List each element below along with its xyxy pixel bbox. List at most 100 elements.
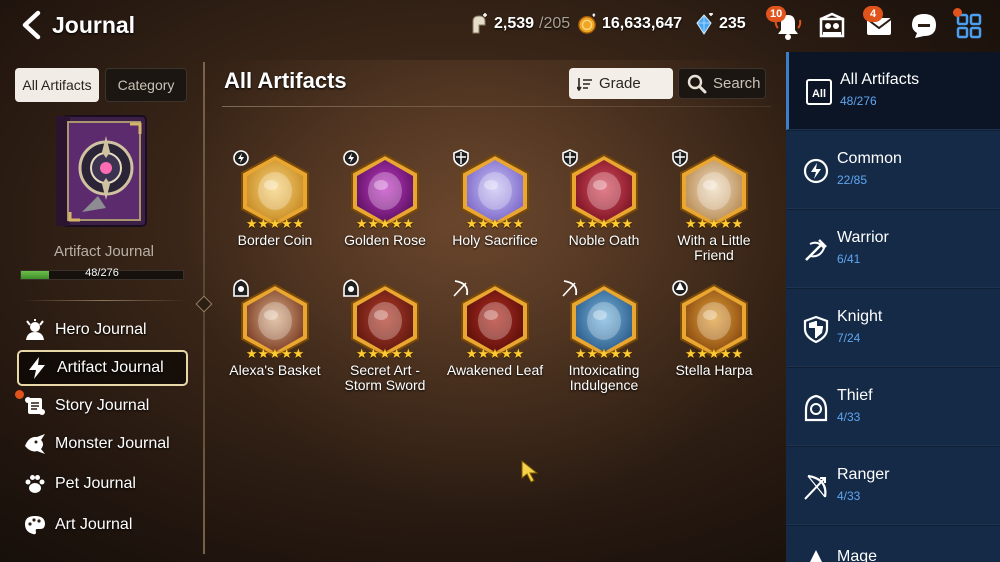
thief-icon <box>233 279 249 297</box>
gold-value: 16,633,647 <box>602 15 683 32</box>
gold-counter[interactable]: 16,633,647 <box>577 13 682 35</box>
star-icon: ★ <box>598 216 610 231</box>
friends-button[interactable] <box>814 8 850 44</box>
artifact-card[interactable]: ★ ★ ★ ★ ★ Holy Sacrifice <box>440 145 550 275</box>
nav-story-journal[interactable]: Story Journal <box>15 388 188 424</box>
tab-all-artifacts[interactable]: All Artifacts <box>15 68 99 102</box>
book-title: Artifact Journal <box>53 243 155 260</box>
notification-button[interactable]: 10 <box>766 6 806 44</box>
knight-icon <box>453 149 469 167</box>
star-rating: ★ ★ ★ ★ ★ <box>440 347 550 360</box>
back-button[interactable] <box>14 8 48 42</box>
artifact-name: Intoxicating Indulgence <box>568 362 640 393</box>
category-count: 4/33 <box>837 489 861 503</box>
nav-monster-journal[interactable]: Monster Journal <box>17 426 188 462</box>
star-icon: ★ <box>731 216 744 231</box>
star-icon: ★ <box>465 216 478 231</box>
category-mage[interactable]: Mage <box>786 526 1000 562</box>
category-warrior[interactable]: Warrior 6/41 <box>786 210 1000 288</box>
star-icon: ★ <box>598 346 610 361</box>
chat-icon <box>912 14 936 38</box>
artifact-journal-book-icon <box>56 115 147 227</box>
star-icon: ★ <box>574 216 587 231</box>
nav-label: Hero Journal <box>55 321 147 338</box>
scroll-icon <box>25 397 45 415</box>
star-icon: ★ <box>731 346 744 361</box>
star-icon: ★ <box>489 346 501 361</box>
search-label: Search <box>713 75 761 92</box>
crystal-counter[interactable]: 235 <box>694 13 746 35</box>
ranger-icon <box>453 280 469 297</box>
crystal-icon <box>696 13 713 35</box>
new-dot <box>15 390 24 399</box>
star-icon: ★ <box>292 216 305 231</box>
menu-button[interactable] <box>951 8 987 44</box>
category-knight[interactable]: Knight 7/24 <box>786 289 1000 367</box>
svg-text:All: All <box>812 88 826 100</box>
star-rating: ★ ★ ★ ★ ★ <box>549 347 659 360</box>
star-icon: ★ <box>708 346 720 361</box>
category-count: 22/85 <box>837 173 868 187</box>
star-icon: ★ <box>245 346 258 361</box>
artifact-card[interactable]: ★ ★ ★ ★ ★ Border Coin <box>220 145 330 275</box>
star-icon: ★ <box>367 346 380 361</box>
artifact-card[interactable]: ★ ★ ★ ★ ★ With a Little Friend <box>659 145 769 275</box>
star-icon: ★ <box>586 216 599 231</box>
category-thief[interactable]: Thief 4/33 <box>786 368 1000 446</box>
nav-hero-journal[interactable]: Hero Journal <box>17 312 188 348</box>
artifact-card[interactable]: ★ ★ ★ ★ ★ Alexa's Basket <box>220 275 330 405</box>
star-icon: ★ <box>280 216 293 231</box>
star-icon: ★ <box>257 216 270 231</box>
star-icon: ★ <box>609 216 622 231</box>
back-arrow-icon <box>22 10 41 40</box>
star-icon: ★ <box>269 216 281 231</box>
star-icon: ★ <box>719 216 732 231</box>
category-label: Ranger <box>837 466 890 483</box>
stamina-counter[interactable]: 2,539/205 <box>469 13 570 35</box>
artifact-card[interactable]: ★ ★ ★ ★ ★ Awakened Leaf <box>440 275 550 405</box>
star-icon: ★ <box>245 216 258 231</box>
artifact-card[interactable]: ★ ★ ★ ★ ★ Intoxicating Indulgence <box>549 275 659 405</box>
star-icon: ★ <box>390 216 403 231</box>
category-ranger[interactable]: Ranger 4/33 <box>786 447 1000 525</box>
nav-art-journal[interactable]: Art Journal <box>17 507 188 543</box>
notification-badge: 10 <box>766 6 787 22</box>
mail-button[interactable]: 4 <box>861 6 897 44</box>
category-all-artifacts[interactable]: All All Artifacts 48/276 <box>786 52 1000 130</box>
nav-label: Artifact Journal <box>57 359 164 376</box>
artifact-name: Border Coin <box>237 232 313 248</box>
crystal-value: 235 <box>719 15 746 32</box>
artifact-card[interactable]: ★ ★ ★ ★ ★ Noble Oath <box>549 145 659 275</box>
artifact-card[interactable]: ★ ★ ★ ★ ★ Secret Art - Storm Sword <box>330 275 440 405</box>
category-label: All Artifacts <box>840 71 920 88</box>
star-icon: ★ <box>696 216 709 231</box>
palette-icon <box>25 516 45 535</box>
artifact-card[interactable]: ★ ★ ★ ★ ★ Golden Rose <box>330 145 440 275</box>
star-icon: ★ <box>574 346 587 361</box>
common-icon <box>343 150 359 166</box>
star-icon: ★ <box>500 346 513 361</box>
chat-button[interactable] <box>906 8 942 44</box>
star-rating: ★ ★ ★ ★ ★ <box>330 217 440 230</box>
star-icon: ★ <box>586 346 599 361</box>
nav-label: Art Journal <box>55 516 133 533</box>
nav-artifact-journal[interactable]: Artifact Journal <box>17 350 188 386</box>
ranger-icon <box>562 280 578 297</box>
knight-icon <box>562 149 578 167</box>
artifact-name: With a Little Friend <box>677 232 751 263</box>
hero-icon <box>26 319 44 340</box>
stamina-max: /205 <box>539 15 571 32</box>
category-count: 6/41 <box>837 252 861 266</box>
star-rating: ★ ★ ★ ★ ★ <box>659 347 769 360</box>
sort-grade-button[interactable]: Grade <box>569 68 673 99</box>
nav-pet-journal[interactable]: Pet Journal <box>17 466 188 502</box>
tab-category[interactable]: Category <box>105 68 187 102</box>
search-button[interactable]: Search <box>678 68 766 99</box>
star-icon: ★ <box>269 346 281 361</box>
journal-sidebar: All Artifacts Category Artifact Journal … <box>0 60 200 562</box>
page-title: Journal <box>52 12 136 38</box>
stamina-icon <box>472 13 487 34</box>
mage-icon <box>672 280 688 296</box>
category-common[interactable]: Common 22/85 <box>786 131 1000 209</box>
artifact-card[interactable]: ★ ★ ★ ★ ★ Stella Harpa <box>659 275 769 405</box>
